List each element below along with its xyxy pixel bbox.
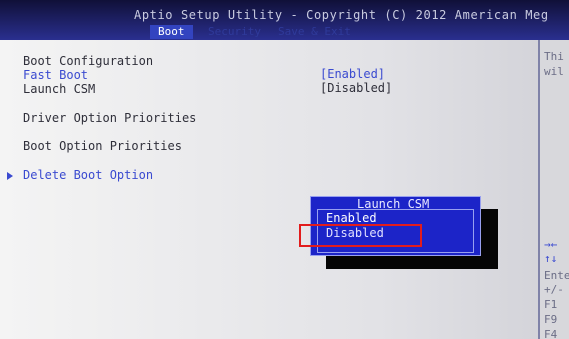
key-hint: F4 — [544, 328, 558, 339]
submenu-arrow-icon — [7, 172, 13, 180]
tab-boot[interactable]: Boot — [150, 25, 193, 39]
section-title: Boot Configuration — [23, 54, 154, 68]
key-hint: +/- — [544, 283, 564, 296]
tab-bar: Boot Security Save & Exit — [0, 25, 569, 39]
driver-option-priorities[interactable]: Driver Option Priorities — [23, 111, 196, 125]
fast-boot-value[interactable]: [Enabled] — [320, 67, 385, 81]
launch-csm-value[interactable]: [Disabled] — [320, 81, 392, 95]
fast-boot-label[interactable]: Fast Boot — [23, 68, 88, 82]
help-line: Thi — [544, 50, 564, 63]
tab-save-exit[interactable]: Save & Exit — [270, 25, 359, 39]
key-hint: F1 — [544, 298, 558, 311]
key-hint: Ente — [544, 269, 569, 282]
boot-option-priorities[interactable]: Boot Option Priorities — [23, 139, 182, 153]
annotation-highlight-box — [299, 224, 422, 247]
popup-option-enabled[interactable]: Enabled — [326, 211, 377, 225]
key-hint: ↑↓ — [544, 252, 558, 265]
key-hint: →← — [544, 238, 558, 251]
key-hint: F9 — [544, 313, 558, 326]
tab-security[interactable]: Security — [200, 25, 269, 39]
header-bar: Aptio Setup Utility - Copyright (C) 2012… — [0, 0, 569, 40]
help-line: wil — [544, 65, 564, 78]
launch-csm-label[interactable]: Launch CSM — [23, 82, 95, 96]
app-title: Aptio Setup Utility - Copyright (C) 2012… — [134, 8, 549, 22]
delete-boot-option[interactable]: Delete Boot Option — [23, 168, 153, 182]
help-panel: Thi wil →← ↑↓ Ente +/- F1 F9 F4 — [538, 40, 569, 339]
